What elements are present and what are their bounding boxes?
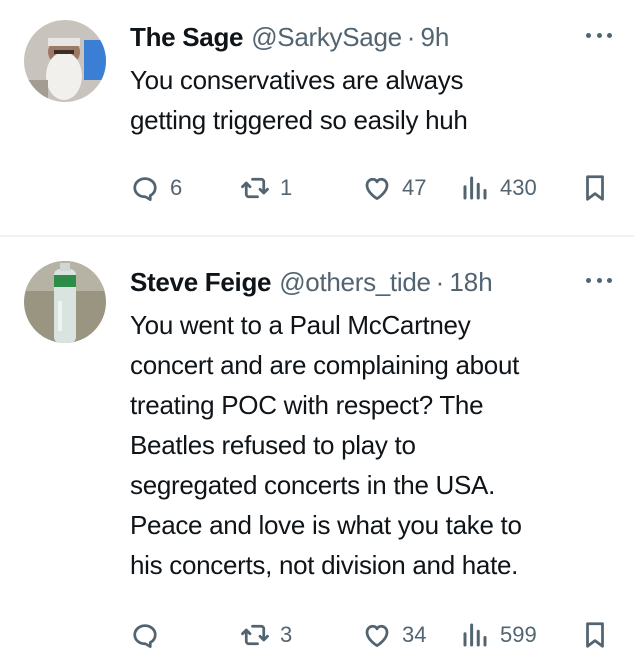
tweet[interactable]: The Sage @SarkySage · 9h You conservativ… [0, 0, 634, 236]
bookmark-icon [586, 175, 604, 201]
user-handle[interactable]: @others_tide [279, 267, 431, 298]
tweet-header: Steve Feige @others_tide · 18h [130, 267, 618, 305]
view-count: 430 [500, 175, 537, 200]
tweet-header: The Sage @SarkySage · 9h [130, 22, 618, 60]
timestamp[interactable]: 18h [449, 267, 492, 298]
reply-button[interactable] [130, 620, 240, 650]
reply-icon [133, 624, 157, 648]
more-icon[interactable] [586, 275, 612, 285]
bookmark-button[interactable] [580, 173, 610, 203]
tweet-actions: 6 1 47 430 [130, 168, 618, 208]
separator: · [406, 22, 416, 52]
separator: · [435, 267, 445, 297]
user-handle[interactable]: @SarkySage [251, 22, 402, 53]
view-count: 599 [500, 622, 537, 647]
tweet-content: Steve Feige @others_tide · 18h You went … [130, 267, 618, 585]
retweet-count: 3 [280, 622, 293, 647]
views-button[interactable]: 430 [460, 173, 580, 203]
analytics-icon [463, 623, 487, 647]
retweet-count: 1 [280, 175, 293, 200]
tweet-feed: The Sage @SarkySage · 9h You conservativ… [0, 0, 634, 671]
like-button[interactable]: 34 [362, 620, 460, 650]
reply-count: 6 [170, 175, 183, 200]
like-button[interactable]: 47 [362, 173, 460, 203]
views-button[interactable]: 599 [460, 620, 580, 650]
reply-button[interactable]: 6 [130, 173, 240, 203]
retweet-button[interactable]: 1 [240, 173, 362, 203]
analytics-icon [463, 176, 487, 200]
display-name[interactable]: The Sage [130, 22, 244, 53]
tweet-text: You conservatives are always getting tri… [130, 65, 468, 135]
retweet-icon [241, 624, 269, 646]
tweet[interactable]: Steve Feige @others_tide · 18h You went … [0, 237, 634, 671]
like-count: 34 [402, 622, 427, 647]
bookmark-button[interactable] [580, 620, 610, 650]
avatar-image [24, 20, 106, 102]
reply-icon [133, 177, 157, 201]
retweet-icon [241, 177, 269, 199]
like-count: 47 [402, 175, 427, 200]
heart-icon [365, 624, 389, 647]
display-name[interactable]: Steve Feige [130, 267, 272, 298]
tweet-text: You went to a Paul McCartney concert and… [130, 310, 522, 580]
bookmark-icon [586, 622, 604, 648]
avatar[interactable] [24, 261, 106, 343]
avatar-image [24, 261, 106, 343]
tweet-actions: 3 34 599 [130, 615, 618, 655]
timestamp[interactable]: 9h [420, 22, 449, 53]
tweet-content: The Sage @SarkySage · 9h You conservativ… [130, 22, 618, 140]
more-icon[interactable] [586, 30, 612, 40]
avatar[interactable] [24, 20, 106, 102]
heart-icon [365, 177, 389, 200]
retweet-button[interactable]: 3 [240, 620, 362, 650]
